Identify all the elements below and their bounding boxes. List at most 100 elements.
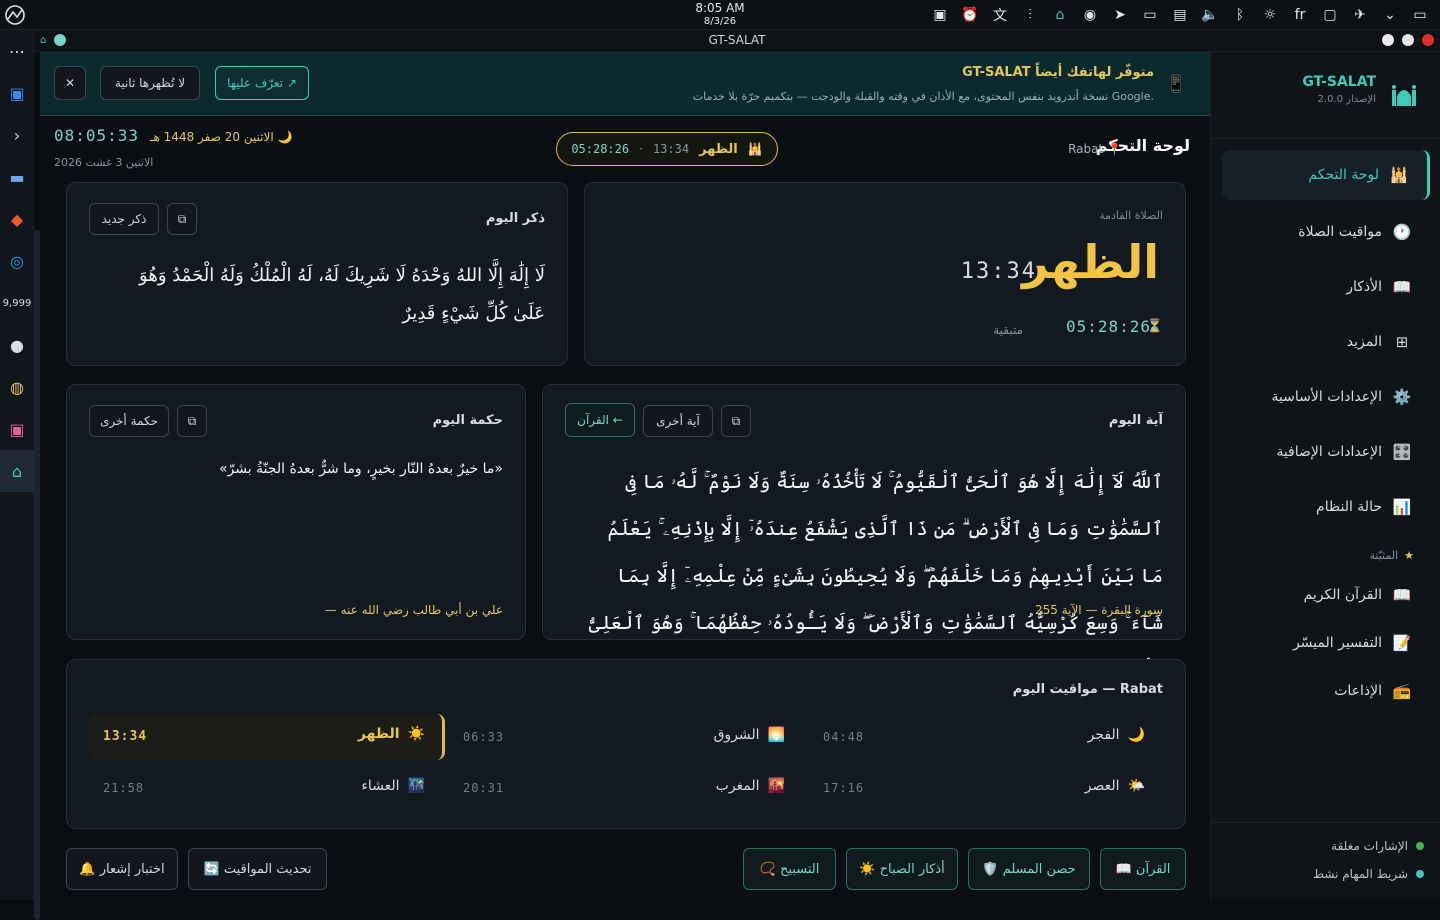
dock-item-screenshot[interactable]: ▣	[0, 408, 34, 450]
favorites-label: المثبّتة	[1369, 549, 1399, 562]
wisdom-source: — علي بن أبي طالب رضي الله عنه	[324, 603, 503, 617]
tasbih-button[interactable]: 📿 التسبيح	[743, 848, 836, 890]
gregorian-date: الاثنين 3 غشت 2026	[54, 156, 154, 169]
minimize-button[interactable]	[1382, 34, 1394, 46]
rocket-icon[interactable]: ✈	[1348, 4, 1372, 26]
dock-item-launcher[interactable]: ⋯	[0, 30, 34, 72]
prayer-name: الظهر	[357, 726, 400, 742]
dock-item-chat[interactable]: ◎	[0, 240, 34, 282]
location-text: Rabat	[1068, 142, 1104, 156]
copy-ayah-button[interactable]: ⧉	[721, 405, 751, 437]
dock-item-github[interactable]: ●	[0, 324, 34, 366]
next-prayer-pill[interactable]: 05:28:26 · 13:34 الظهر 🕌	[556, 132, 778, 166]
sidebar-item-tafsir[interactable]: التفسير الميسّر 📝	[1222, 618, 1430, 668]
pill-prayer-name: الظهر	[699, 141, 738, 157]
dock-item-badge[interactable]: 9,999	[0, 282, 34, 324]
send-icon[interactable]: ➤	[1108, 4, 1132, 26]
morning-adhkar-button[interactable]: ☀️ أذكار الصباح	[846, 848, 958, 890]
dock-item-terminal[interactable]: ›	[0, 114, 34, 156]
alarm-icon[interactable]: ⏰	[958, 4, 982, 26]
screen-icon[interactable]: ▣	[928, 4, 952, 26]
sidebar-item-label: الأذكار	[1346, 279, 1382, 295]
sidebar-item-adhkar[interactable]: الأذكار 📖	[1222, 262, 1430, 312]
learn-more-button[interactable]: تعرّف عليها ↗	[215, 66, 309, 100]
quran-button[interactable]: 📖 القرآن	[1100, 848, 1186, 890]
close-banner-button[interactable]: ✕	[54, 66, 86, 100]
sidebar-item-label: القرآن الكريم	[1303, 587, 1382, 603]
prayer-time: 21:58	[103, 781, 145, 795]
dock-item-brave[interactable]: ◆	[0, 198, 34, 240]
prayer-name: العصر	[1084, 778, 1120, 794]
globe-icon[interactable]: ◉	[1078, 4, 1102, 26]
keyboard-layout[interactable]: fr	[1288, 4, 1312, 26]
next-prayer-label: الصلاة القادمة	[1099, 209, 1163, 222]
sidebar-item-more[interactable]: المزيد ⊞	[1222, 317, 1430, 367]
sun-cloud-icon: 🌤️	[1127, 778, 1145, 794]
pill-time: 13:34	[652, 142, 690, 156]
hisn-muslim-button[interactable]: 🛡️ حصن المسلم	[968, 848, 1090, 890]
location-label: Rabat 📍	[1068, 142, 1122, 156]
prayer-sunrise: الشروق 🌅	[714, 727, 785, 743]
sidebar-item-basic-settings[interactable]: الإعدادات الأساسية ⚙️	[1222, 372, 1430, 422]
refresh-times-button[interactable]: 🔄 تحديث المواقيت	[188, 848, 327, 890]
dock-item-photos[interactable]: ◍	[0, 366, 34, 408]
book-icon: 📖	[1392, 586, 1412, 604]
prayer-dhuhr: الظهر ☀️	[358, 726, 425, 742]
pill-countdown: 05:28:26	[571, 142, 630, 156]
terminal-icon[interactable]: ▭	[1138, 4, 1162, 26]
window-title-bar: ⌂ GT-SALAT	[34, 30, 1440, 52]
volume-icon[interactable]: 🔈	[1198, 4, 1222, 26]
copy-dhikr-button[interactable]: ⧉	[167, 203, 197, 235]
brand: GT-SALAT الإصدار 2.0.0	[1302, 74, 1420, 106]
status-taskbar: شريط المهام نشط	[1313, 867, 1424, 881]
open-quran-button[interactable]: القرآن ←	[565, 403, 635, 437]
banner-subtitle: نسخة أندرويد بنفس المحتوى، مع الأذان في …	[692, 90, 1154, 103]
sidebar-item-label: لوحة التحكم	[1308, 167, 1379, 183]
prayer-name: المغرب	[715, 778, 760, 794]
live-clock: 08:05:33	[54, 126, 140, 145]
sidebar-item-label: حالة النظام	[1316, 499, 1382, 515]
dock-item-files[interactable]: ▬	[0, 156, 34, 198]
maximize-button[interactable]	[1402, 34, 1414, 46]
dock-item-gt-salat[interactable]: ⌂	[0, 450, 34, 492]
sidebar-item-prayer-times[interactable]: مواقيت الصلاة 🕐	[1222, 207, 1430, 257]
hijri-text: الاثنين 20 صفر 1448 هـ	[150, 130, 274, 144]
copy-wisdom-button[interactable]: ⧉	[177, 405, 207, 437]
close-window-button[interactable]	[1422, 34, 1434, 46]
dock-item-store[interactable]: ▣	[0, 72, 34, 114]
ayah-title: آية اليوم	[1108, 413, 1163, 428]
window-title: GT-SALAT	[708, 33, 766, 47]
prayer-name: الشروق	[713, 727, 760, 743]
translate-icon[interactable]: 文	[988, 4, 1012, 26]
wisdom-title: حكمة اليوم	[432, 413, 503, 428]
countdown: 05:28:26	[1065, 317, 1151, 336]
bluetooth-icon[interactable]: ᛒ	[1228, 4, 1252, 26]
mixer-icon[interactable]: ⫶	[1018, 4, 1042, 26]
pin-icon: 📍	[1107, 142, 1122, 156]
next-prayer-name: الظهر	[1022, 235, 1159, 289]
star-icon: ★	[1404, 549, 1414, 562]
prayer-maghrib: المغرب 🌇	[716, 778, 785, 794]
desktop-icon[interactable]: ▭	[1408, 4, 1432, 26]
sidebar-item-extra-settings[interactable]: الإعدادات الإضافية 🎛️	[1222, 427, 1430, 477]
system-tray: ▣ ⏰ 文 ⫶ ⌂ ◉ ➤ ▭ ▤ 🔈 ᛒ ☼ fr ▢ ✈ ⌄ ▭	[928, 4, 1432, 26]
dhikr-card: ذكر اليوم ذكر جديد ⧉ لَا إِلَٰهَ إِلَّا …	[66, 182, 568, 366]
sidebar-item-quran[interactable]: القرآن الكريم 📖	[1222, 570, 1430, 620]
brightness-icon[interactable]: ☼	[1258, 4, 1282, 26]
dont-show-again-button[interactable]: لا تُظهرها ثانية	[100, 66, 200, 100]
new-dhikr-button[interactable]: ذكر جديد	[89, 203, 159, 235]
mosque-icon: 🕌	[747, 142, 763, 156]
another-wisdom-button[interactable]: حكمة أخرى	[89, 405, 169, 437]
status-dot-green	[1416, 842, 1424, 850]
sidebar-item-label: التفسير الميسّر	[1292, 635, 1382, 651]
clipboard-icon[interactable]: ▤	[1168, 4, 1192, 26]
display-icon[interactable]: ▢	[1318, 4, 1342, 26]
mosque-tray-icon[interactable]: ⌂	[1048, 4, 1072, 26]
sidebar-item-system-status[interactable]: حالة النظام 📊	[1222, 482, 1430, 532]
sidebar-item-dashboard[interactable]: لوحة التحكم 🕌	[1222, 150, 1430, 200]
test-notification-button[interactable]: 🔔 اختبار إشعار	[66, 848, 178, 890]
another-ayah-button[interactable]: آية أخرى	[643, 405, 713, 437]
chevron-down-icon[interactable]: ⌄	[1378, 4, 1402, 26]
sidebar-item-radios[interactable]: الإذاعات 📻	[1222, 666, 1430, 716]
app-window: GT-SALAT الإصدار 2.0.0 لوحة التحكم 🕌 مواق…	[40, 52, 1440, 900]
